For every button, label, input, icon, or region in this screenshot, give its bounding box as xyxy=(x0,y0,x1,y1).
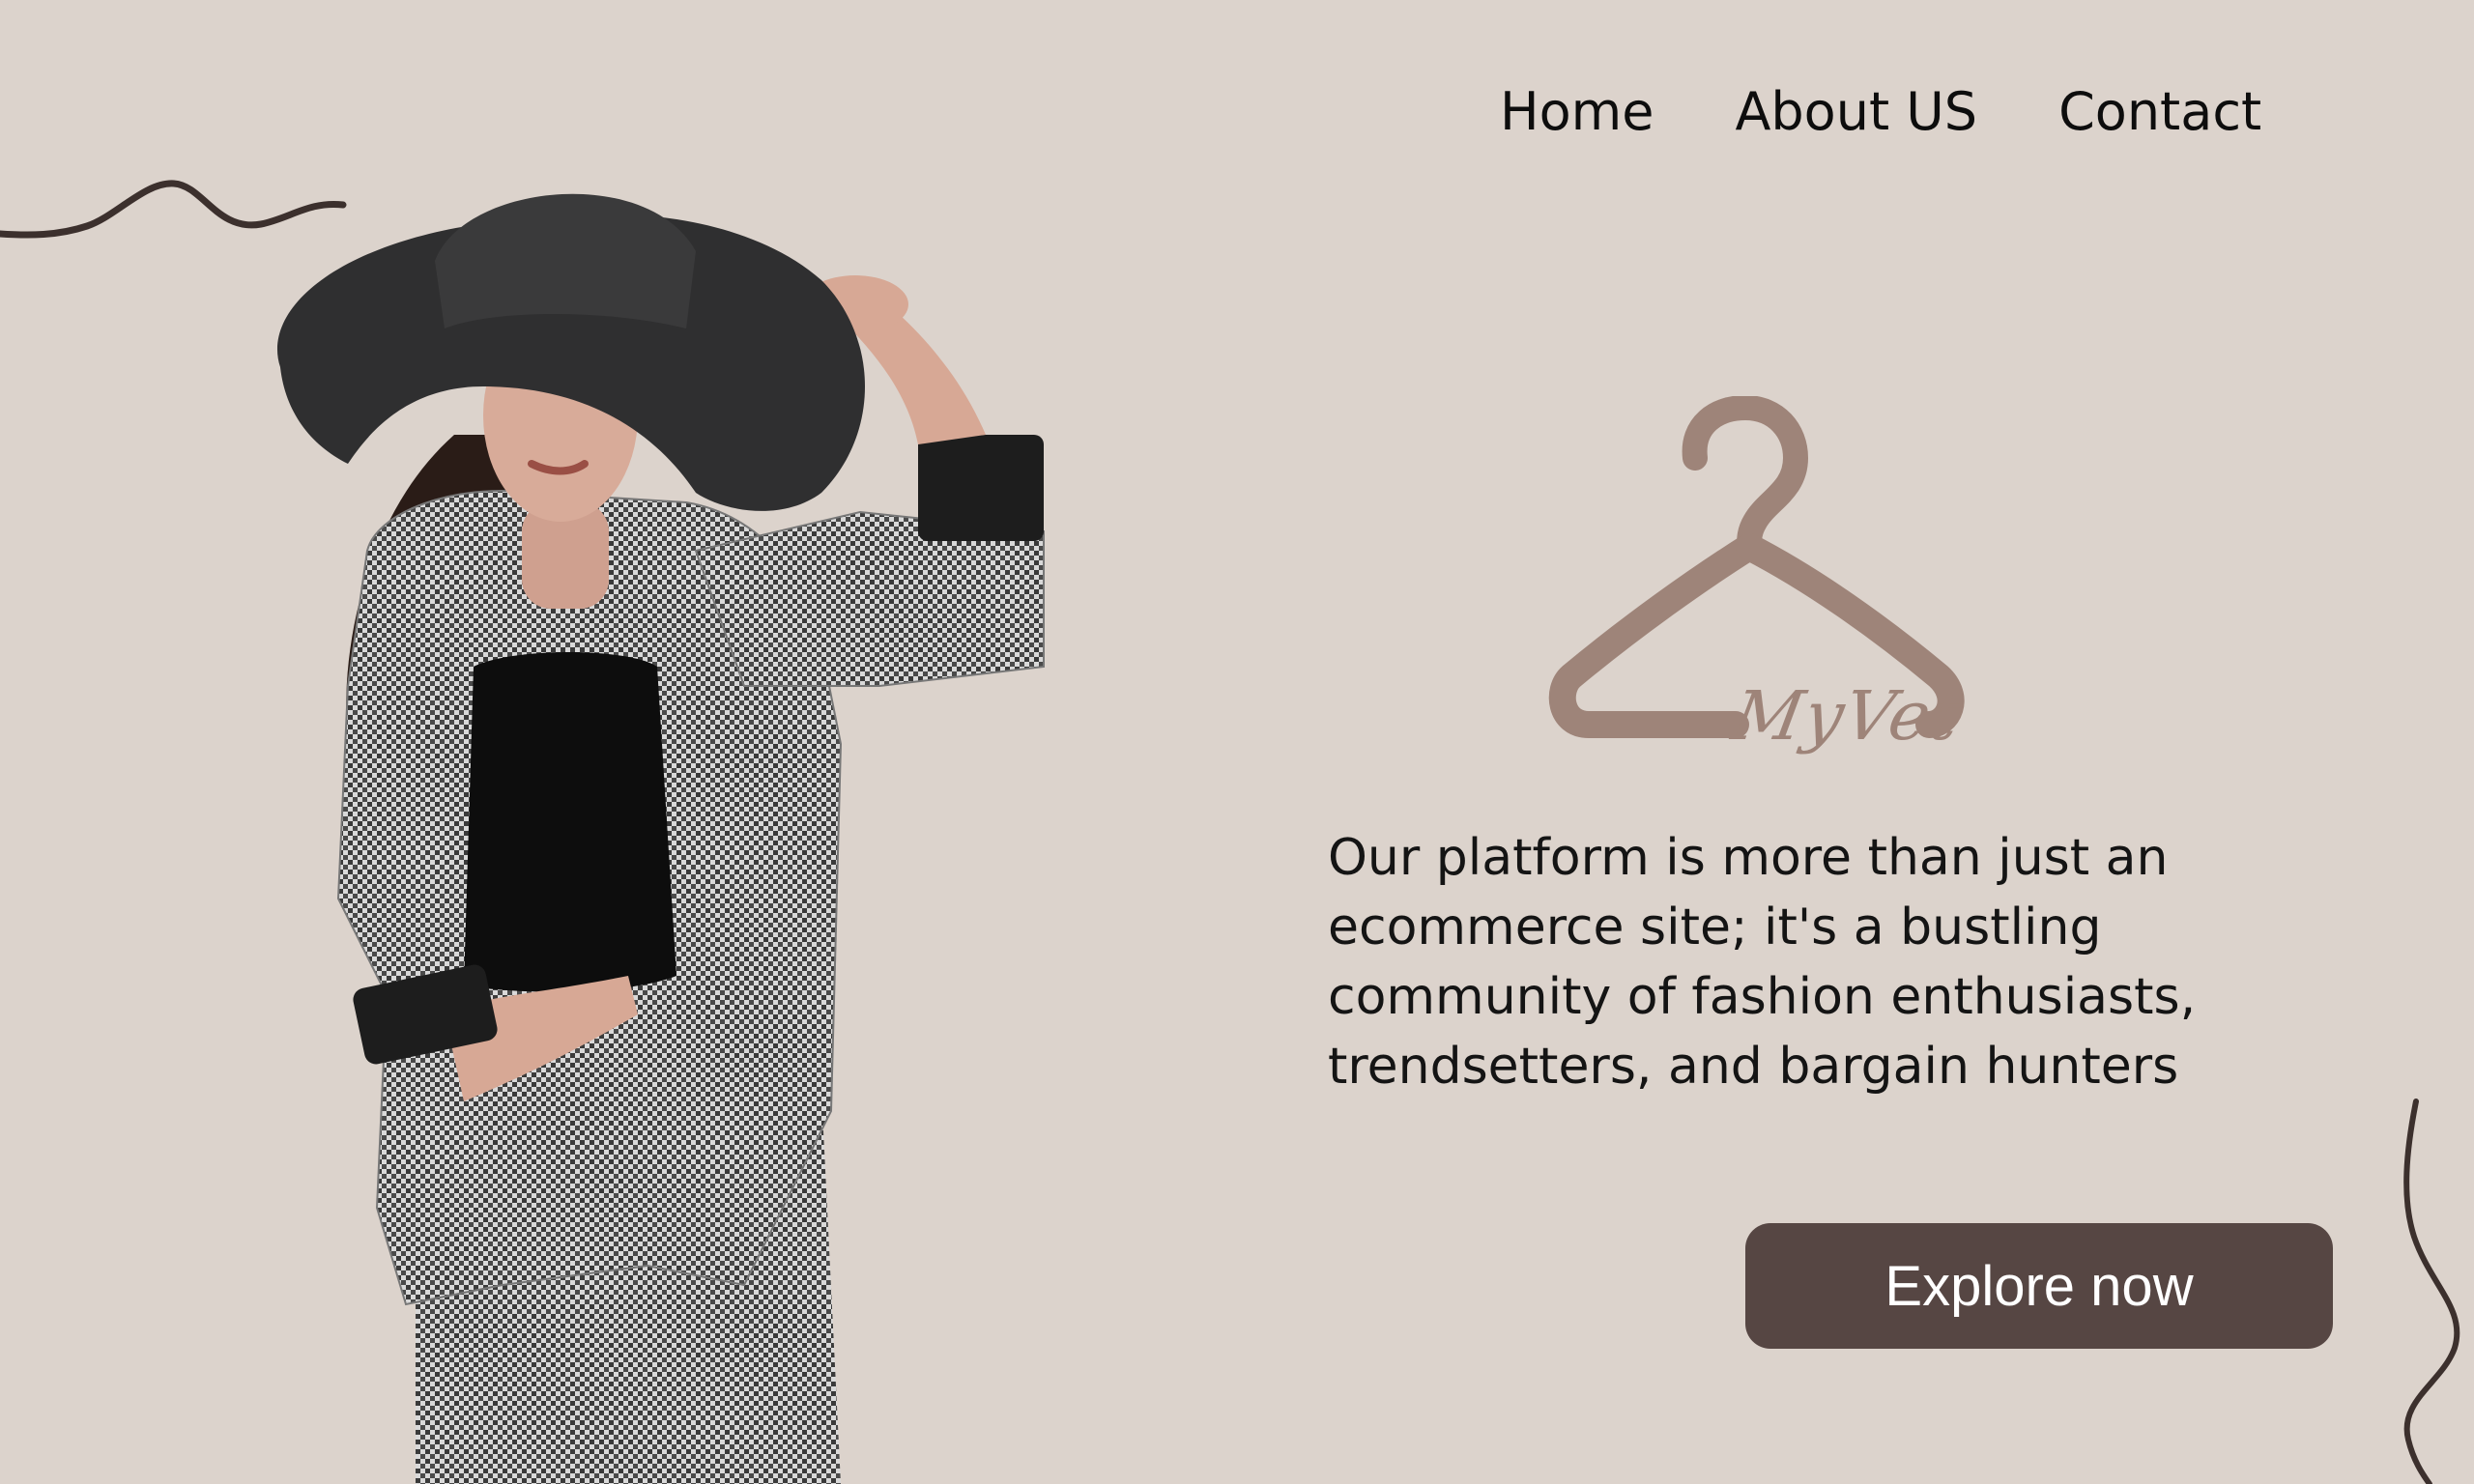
top-nav: Home About US Contact xyxy=(1500,75,2261,149)
hero-model-image xyxy=(276,193,1045,1484)
explore-now-button[interactable]: Explore now xyxy=(1745,1223,2333,1349)
squiggle-decoration-right xyxy=(2403,1099,2460,1484)
brand-wordmark: MyVet xyxy=(1726,676,1969,756)
hero-tagline: Our platform is more than just an ecomme… xyxy=(1328,829,2197,1096)
nav-about-us[interactable]: About US xyxy=(1735,75,1977,149)
nav-home[interactable]: Home xyxy=(1500,75,1654,149)
brand-logo: MyVet xyxy=(1542,394,1987,783)
nav-contact[interactable]: Contact xyxy=(2058,75,2261,149)
